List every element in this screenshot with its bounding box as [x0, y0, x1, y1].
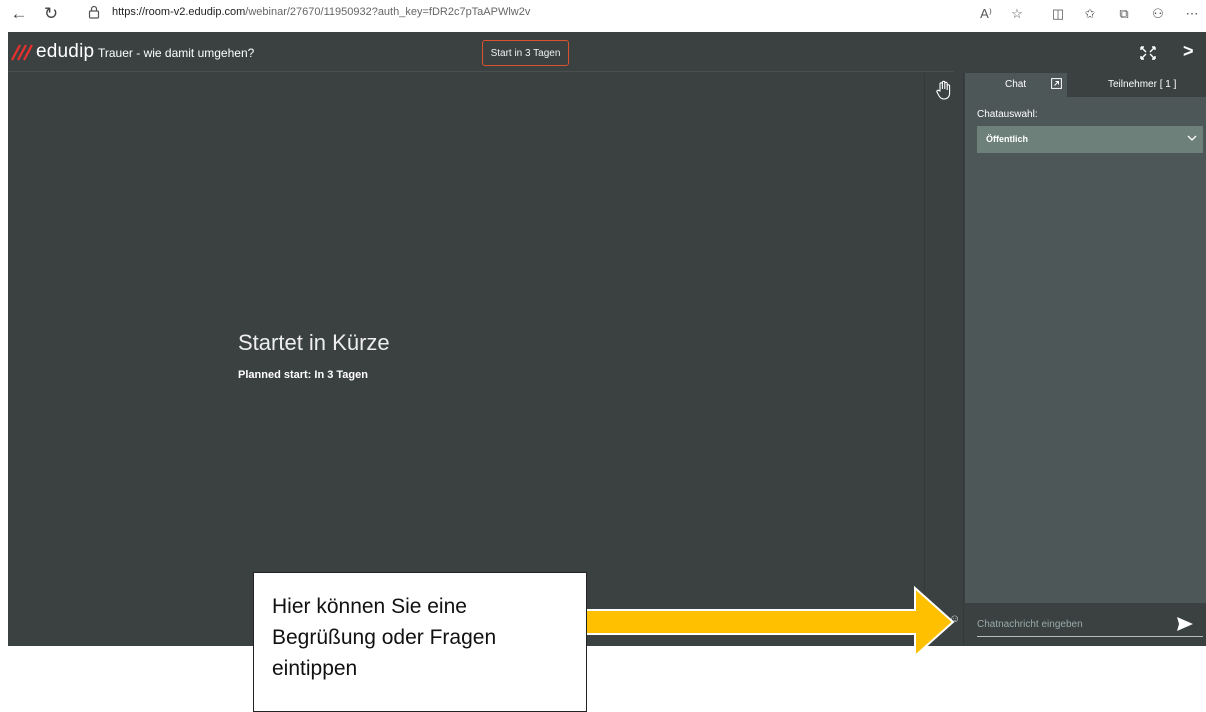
chat-message-input[interactable]: Chatnachricht eingeben — [977, 609, 1203, 637]
url-path: /webinar/27670/11950932?auth_key=fDR2c7p… — [245, 6, 531, 18]
chat-select-label: Chatauswahl: — [977, 109, 1038, 120]
planned-start-text: Planned start: In 3 Tagen — [238, 369, 368, 381]
tab-chat[interactable]: Chat — [965, 73, 1067, 97]
tab-chat-label: Chat — [1005, 79, 1027, 90]
start-countdown-button[interactable]: Start in 3 Tagen — [482, 40, 569, 66]
collapse-panel-icon[interactable]: > — [1183, 41, 1194, 62]
read-aloud-icon[interactable]: A⁾ — [976, 4, 996, 24]
presentation-stage: Startet in Kürze Planned start: In 3 Tag… — [8, 73, 924, 646]
webinar-title: Trauer - wie damit umgehen? — [98, 46, 255, 60]
raise-hand-icon[interactable] — [934, 79, 954, 101]
extensions-icon[interactable]: ⚇ — [1148, 4, 1168, 24]
annotation-callout: Hier können Sie eine Begrüßung oder Frag… — [253, 572, 587, 712]
browser-toolbar: ← ↻ https://room-v2.edudip.com/webinar/2… — [0, 0, 1206, 28]
favorites-list-icon[interactable]: ✩ — [1080, 4, 1100, 24]
chat-channel-value: Öffentlich — [986, 134, 1028, 144]
send-icon[interactable] — [1176, 616, 1194, 632]
back-icon[interactable]: ← — [8, 3, 30, 25]
webinar-room: edudip Trauer - wie damit umgehen? Start… — [8, 32, 1206, 646]
tool-column: ☺ — [924, 73, 964, 646]
annotation-arrow — [585, 586, 955, 658]
fullscreen-icon[interactable] — [1138, 44, 1158, 62]
popout-icon[interactable] — [1051, 78, 1062, 89]
app-header: edudip Trauer - wie damit umgehen? Start… — [8, 32, 1206, 72]
stage-heading: Startet in Kürze — [238, 330, 390, 355]
annotation-line-1: Hier können Sie eine — [272, 595, 467, 618]
lock-icon — [88, 5, 100, 19]
chevron-down-icon — [1187, 135, 1197, 141]
refresh-icon[interactable]: ↻ — [40, 3, 62, 25]
chat-input-area: Chatnachricht eingeben — [965, 603, 1206, 646]
tab-participants[interactable]: Teilnehmer [ 1 ] — [1108, 79, 1176, 90]
logo-slashes-icon — [11, 44, 33, 61]
url-host: https://room-v2.edudip.com — [112, 6, 246, 18]
annotation-line-2: Begrüßung oder Fragen — [272, 626, 497, 649]
favorite-star-icon[interactable]: ☆ — [1007, 4, 1027, 24]
chat-panel: Chat Teilnehmer [ 1 ] Chatauswahl: Öffen… — [965, 73, 1206, 646]
split-screen-icon[interactable]: ◫ — [1048, 4, 1068, 24]
url-text[interactable]: https://room-v2.edudip.com/webinar/27670… — [112, 6, 530, 18]
annotation-line-3: eintippen — [272, 657, 358, 680]
more-menu-icon[interactable]: ⋯ — [1182, 4, 1202, 24]
chat-tabs: Chat Teilnehmer [ 1 ] — [965, 73, 1206, 97]
edudip-logo: edudip — [10, 41, 94, 63]
brand-name: edudip — [36, 41, 95, 62]
header-right-area — [954, 32, 1206, 72]
chat-channel-select[interactable]: Öffentlich — [977, 126, 1203, 153]
collections-icon[interactable]: ⧉ — [1114, 4, 1134, 24]
